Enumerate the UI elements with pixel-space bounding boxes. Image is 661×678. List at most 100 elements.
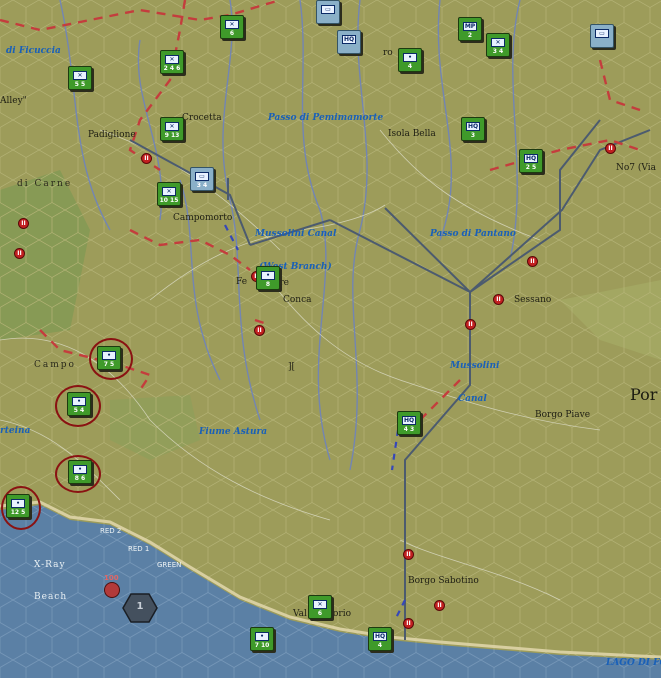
label-lago: LAGO DI FO (606, 658, 661, 668)
label-valle: Val (293, 609, 307, 619)
unit-type-icon: ✕ (73, 71, 87, 80)
label-mussolini-canal: Mussolini Canal (255, 229, 337, 239)
label-astura: Fiume Astura (199, 427, 268, 437)
label-ficuccia: di Ficuccia (6, 46, 61, 56)
label-pantano: Passo di Pantano (430, 229, 516, 239)
label-mussolini: Mussolini (450, 361, 500, 371)
unit-type-icon: • (102, 351, 116, 360)
allied-unit[interactable]: • 5 4 (67, 392, 91, 416)
label-red2: RED 2 (100, 527, 122, 535)
allied-unit[interactable]: ✕ 3 4 (486, 33, 510, 57)
objective-marker[interactable]: II (493, 294, 504, 305)
unit-strength: 3 4 (492, 48, 504, 55)
allied-unit[interactable]: MP 2 (458, 17, 482, 41)
label-beach: Beach (34, 592, 68, 602)
objective-marker[interactable]: II (141, 153, 152, 164)
label-carne: di Carne (17, 179, 73, 189)
allied-unit[interactable]: ✕ 10 15 (157, 182, 181, 206)
unit-type-icon: • (72, 397, 86, 406)
allied-unit[interactable]: ✕ 6 (308, 595, 332, 619)
objective-marker[interactable]: II (434, 600, 445, 611)
label-campomorto: Campomorto (173, 213, 233, 223)
label-borgo-sabotino: Borgo Sabotino (408, 576, 479, 586)
unit-type-icon: MP (463, 22, 477, 31)
label-riorio: orio (333, 609, 352, 619)
unit-type-icon: HQ (466, 122, 480, 131)
unit-type-icon: • (403, 53, 417, 62)
label-canal: Canal (458, 394, 487, 404)
objective-marker[interactable]: II (465, 319, 476, 330)
unit-type-icon: ✕ (165, 55, 179, 64)
label-isteina: rteina (0, 426, 31, 436)
german-unit[interactable]: ▭ (316, 0, 340, 24)
unit-type-icon: ▭ (321, 5, 335, 14)
unit-strength: 5 5 (74, 81, 86, 88)
allied-unit[interactable]: • 12 5 (6, 494, 30, 518)
unit-type-icon: ✕ (225, 20, 239, 29)
unit-strength: 2 4 6 (163, 65, 181, 72)
score-readout: 100 (104, 574, 119, 582)
unit-strength: 10 15 (159, 197, 179, 204)
objective-marker[interactable]: II (605, 143, 616, 154)
unit-strength: 4 (407, 63, 413, 70)
allied-unit[interactable]: HQ 2 5 (519, 149, 543, 173)
unit-type-icon: HQ (342, 35, 356, 44)
unit-strength: 4 3 (403, 426, 415, 433)
label-moletta: Passo di Pemimamorte (268, 113, 384, 123)
label-ro: ro (383, 48, 393, 58)
label-fe: Fe (236, 277, 248, 287)
objective-marker[interactable]: II (403, 549, 414, 560)
unit-type-icon: • (255, 632, 269, 641)
label-green: GREEN (157, 561, 182, 569)
objective-marker[interactable]: II (18, 218, 29, 229)
objective-marker[interactable]: II (403, 618, 414, 629)
allied-unit[interactable]: • 4 (398, 48, 422, 72)
unit-strength: 8 (265, 281, 271, 288)
label-isola-bella: Isola Bella (388, 129, 436, 139)
label-conca: Conca (283, 295, 312, 305)
turn-token-label: 1 (136, 601, 144, 612)
unit-strength: 9 13 (164, 132, 180, 139)
turn-token[interactable]: 1 (122, 593, 158, 623)
unit-type-icon: • (261, 271, 275, 280)
unit-type-icon: ▭ (195, 172, 209, 181)
german-unit[interactable]: ▭ 3 4 (190, 167, 214, 191)
unit-type-icon: HQ (373, 632, 387, 641)
german-unit[interactable]: ▭ (590, 24, 614, 48)
unit-strength: 3 4 (196, 182, 208, 189)
label-porto: Por (630, 385, 658, 404)
unit-strength: 7 5 (103, 361, 115, 368)
unit-type-icon: HQ (402, 416, 416, 425)
allied-unit[interactable]: • 8 (256, 266, 280, 290)
german-unit[interactable]: HQ (337, 30, 361, 54)
unit-strength: 12 5 (10, 509, 26, 516)
allied-unit[interactable]: HQ 4 (368, 627, 392, 651)
objective-marker[interactable]: II (527, 256, 538, 267)
game-map[interactable]: di Ficuccia Alley" Crocetta Padiglione P… (0, 0, 661, 678)
label-crocetta: Crocetta (182, 113, 222, 123)
unit-strength: 5 4 (73, 407, 85, 414)
unit-strength: 2 (467, 32, 473, 39)
allied-unit[interactable]: ✕ 6 (220, 15, 244, 39)
unit-type-icon: • (11, 499, 25, 508)
allied-unit[interactable]: • 7 5 (97, 346, 121, 370)
allied-unit[interactable]: • 8 6 (68, 460, 92, 484)
unit-type-icon: ✕ (491, 38, 505, 47)
label-valley: Alley" (0, 96, 27, 106)
label-red1: RED 1 (128, 545, 150, 553)
allied-unit[interactable]: ✕ 2 4 6 (160, 50, 184, 74)
unit-strength: 6 (229, 30, 235, 37)
label-padiglione: Padiglione (88, 130, 136, 140)
unit-type-icon: ✕ (162, 187, 176, 196)
objective-marker[interactable]: II (254, 325, 265, 336)
objective-marker[interactable]: II (14, 248, 25, 259)
unit-type-icon: ✕ (165, 122, 179, 131)
allied-unit[interactable]: ✕ 9 13 (160, 117, 184, 141)
allied-unit[interactable]: • 7 10 (250, 627, 274, 651)
allied-unit[interactable]: ✕ 5 5 (68, 66, 92, 90)
unit-type-icon: HQ (524, 154, 538, 163)
label-ll: ][ (288, 362, 296, 372)
unit-strength: 7 10 (254, 642, 270, 649)
allied-unit[interactable]: HQ 4 3 (397, 411, 421, 435)
allied-unit[interactable]: HQ 3 (461, 117, 485, 141)
